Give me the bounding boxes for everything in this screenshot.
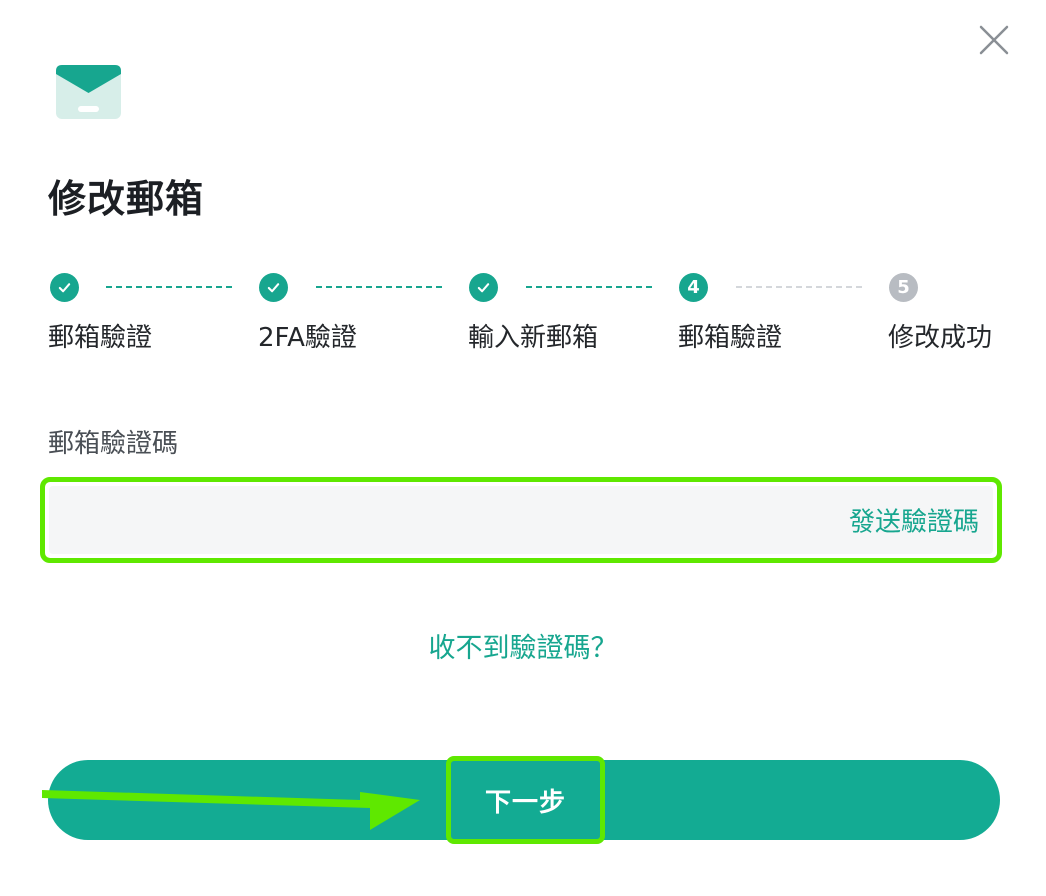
close-icon	[979, 25, 1009, 55]
close-button[interactable]	[976, 22, 1012, 58]
mail-icon	[56, 65, 121, 119]
step-4-number: 4	[679, 273, 708, 302]
step-1-label: 郵箱驗證	[48, 323, 153, 353]
step-2-label: 2FA驗證	[258, 323, 357, 353]
step-connector	[526, 286, 652, 288]
dialog-title: 修改郵箱	[48, 177, 205, 221]
code-field-label: 郵箱驗證碼	[48, 429, 179, 459]
step-connector	[316, 286, 442, 288]
step-5-number: 5	[889, 273, 918, 302]
send-code-button[interactable]: 發送驗證碼	[849, 502, 979, 539]
code-field: 發送驗證碼	[40, 477, 1002, 563]
step-connector	[106, 286, 232, 288]
next-button[interactable]	[48, 760, 1000, 840]
step-3-label: 輸入新郵箱	[468, 323, 599, 353]
step-2-check-icon	[259, 273, 288, 302]
step-3-check-icon	[469, 273, 498, 302]
step-connector	[736, 286, 862, 288]
no-code-link[interactable]: 收不到驗證碼？	[0, 626, 1046, 665]
code-input[interactable]	[49, 486, 809, 554]
step-1-check-icon	[50, 273, 79, 302]
step-5-label: 修改成功	[888, 323, 993, 353]
step-4-label: 郵箱驗證	[678, 323, 783, 353]
stepper: 郵箱驗證 2FA驗證 輸入新郵箱 4 郵箱驗證 5 修改成功	[0, 270, 1046, 360]
code-field-inner: 發送驗證碼	[49, 486, 993, 554]
